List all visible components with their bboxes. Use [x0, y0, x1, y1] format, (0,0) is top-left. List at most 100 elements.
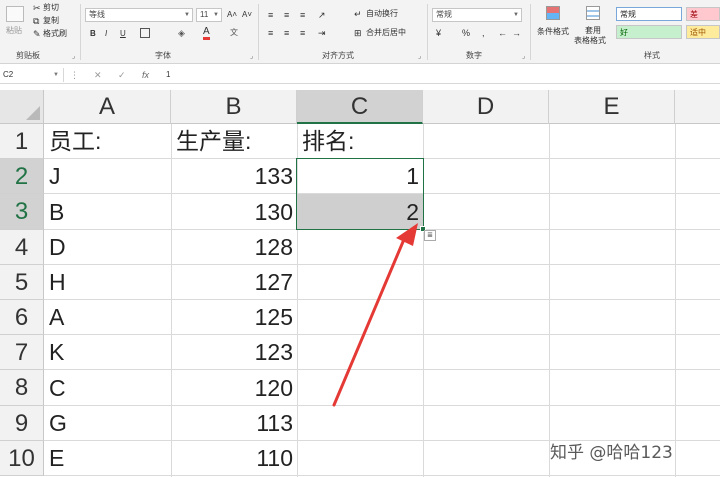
cell-c2[interactable]: 1	[297, 159, 423, 194]
font-group-label: 字体	[155, 51, 171, 60]
currency-icon[interactable]: ¥	[436, 28, 441, 38]
select-all-button[interactable]	[0, 90, 44, 124]
cell-c10[interactable]	[297, 441, 423, 476]
cell-b5[interactable]: 127	[171, 265, 297, 300]
enter-icon[interactable]: ✓	[118, 69, 126, 81]
style-good[interactable]: 好	[616, 25, 682, 39]
chevron-down-icon: ▼	[184, 12, 190, 18]
row-header-10[interactable]: 10	[0, 441, 44, 476]
copy-button[interactable]: 复制	[43, 16, 59, 26]
align-left-icon[interactable]: ≡	[268, 28, 273, 38]
cell-b2[interactable]: 133	[171, 159, 297, 194]
borders-icon[interactable]	[140, 28, 150, 38]
cancel-icon[interactable]: ✕	[94, 69, 102, 81]
italic-button[interactable]: I	[105, 29, 107, 39]
phonetic-icon[interactable]: 文	[230, 28, 238, 38]
cell-a1[interactable]: 员工:	[44, 124, 171, 159]
formula-input[interactable]: 1	[166, 68, 170, 82]
cell-b1[interactable]: 生产量:	[171, 124, 297, 159]
align-bottom-icon[interactable]: ≡	[300, 10, 305, 20]
row-header-1[interactable]: 1	[0, 124, 44, 159]
row-header-9[interactable]: 9	[0, 406, 44, 441]
cell-a5[interactable]: H	[44, 265, 171, 300]
format-painter-button[interactable]: 格式刷	[43, 29, 67, 39]
insert-function-button[interactable]: fx	[142, 69, 149, 81]
cell-b4[interactable]: 128	[171, 230, 297, 265]
font-name-select[interactable]: 等线 ▼	[85, 8, 193, 22]
spreadsheet-grid[interactable]: A B C D E 员工: 生产量: 排名: J 133 1 B 130 2 D 128 H 127 A 1…	[0, 90, 720, 477]
number-launcher-icon[interactable]: ⌟	[522, 52, 525, 60]
increase-decimal-icon[interactable]: ←	[498, 28, 507, 38]
cell-c7[interactable]	[297, 335, 423, 370]
font-size-select[interactable]: 11 ▼	[196, 8, 222, 22]
cell-a10[interactable]: E	[44, 441, 171, 476]
conditional-format-button[interactable]: 条件格式	[537, 27, 569, 37]
cell-a4[interactable]: D	[44, 230, 171, 265]
row-header-2[interactable]: 2	[0, 159, 44, 194]
decrease-decimal-icon[interactable]: →	[512, 28, 521, 38]
table-format-label-1[interactable]: 套用	[585, 26, 601, 36]
cell-b7[interactable]: 123	[171, 335, 297, 370]
align-center-icon[interactable]: ≡	[284, 28, 289, 38]
formula-bar: C2 ▼ ⋮ ✕ ✓ fx 1	[0, 66, 720, 84]
row-header-8[interactable]: 8	[0, 370, 44, 406]
cell-c6[interactable]	[297, 300, 423, 335]
grow-font-button[interactable]: A˄	[227, 10, 237, 20]
column-header-d[interactable]: D	[423, 90, 549, 124]
paste-button[interactable]: 粘贴	[6, 26, 22, 36]
cell-a2[interactable]: J	[44, 159, 171, 194]
column-header-e[interactable]: E	[549, 90, 675, 124]
autofill-options-icon[interactable]: ≣	[424, 230, 436, 241]
orientation-icon[interactable]: ↗	[318, 10, 326, 20]
cell-a8[interactable]: C	[44, 370, 171, 406]
align-right-icon[interactable]: ≡	[300, 28, 305, 38]
underline-button[interactable]: U	[120, 29, 126, 39]
bold-button[interactable]: B	[90, 29, 96, 39]
column-header-c[interactable]: C	[297, 90, 423, 124]
comma-icon[interactable]: ,	[482, 28, 485, 38]
cell-b6[interactable]: 125	[171, 300, 297, 335]
cell-c9[interactable]	[297, 406, 423, 441]
cell-c4[interactable]	[297, 230, 423, 265]
name-box[interactable]: C2 ▼	[0, 68, 64, 82]
paste-icon[interactable]	[6, 6, 24, 22]
row-header-4[interactable]: 4	[0, 230, 44, 265]
align-middle-icon[interactable]: ≡	[284, 10, 289, 20]
cell-a7[interactable]: K	[44, 335, 171, 370]
style-normal[interactable]: 常规	[616, 7, 682, 21]
shrink-font-button[interactable]: A˅	[242, 10, 252, 20]
cell-b8[interactable]: 120	[171, 370, 297, 406]
cell-b9[interactable]: 113	[171, 406, 297, 441]
row-header-5[interactable]: 5	[0, 265, 44, 300]
column-header-b[interactable]: B	[171, 90, 297, 124]
column-header-f[interactable]	[675, 90, 720, 124]
font-color-button[interactable]: A	[203, 27, 210, 40]
wrap-text-button[interactable]: 自动换行	[366, 9, 398, 19]
row-header-7[interactable]: 7	[0, 335, 44, 370]
table-format-label-2[interactable]: 表格格式	[574, 36, 606, 46]
cell-a9[interactable]: G	[44, 406, 171, 441]
clipboard-launcher-icon[interactable]: ⌟	[72, 52, 75, 60]
align-top-icon[interactable]: ≡	[268, 10, 273, 20]
cell-a6[interactable]: A	[44, 300, 171, 335]
cell-c8[interactable]	[297, 370, 423, 406]
style-neutral[interactable]: 适中	[686, 25, 720, 39]
cell-c5[interactable]	[297, 265, 423, 300]
fill-color-icon[interactable]: ◈	[178, 28, 185, 38]
number-format-select[interactable]: 常规 ▼	[432, 8, 522, 22]
cut-button[interactable]: 剪切	[43, 3, 59, 13]
cell-c3[interactable]: 2	[297, 194, 423, 230]
cell-c1[interactable]: 排名:	[297, 124, 423, 159]
column-header-a[interactable]: A	[44, 90, 171, 124]
font-launcher-icon[interactable]: ⌟	[250, 52, 253, 60]
cell-a3[interactable]: B	[44, 194, 171, 230]
merge-center-button[interactable]: 合并后居中	[366, 28, 406, 38]
cell-b10[interactable]: 110	[171, 441, 297, 476]
alignment-launcher-icon[interactable]: ⌟	[418, 52, 421, 60]
cell-b3[interactable]: 130	[171, 194, 297, 230]
row-header-3[interactable]: 3	[0, 194, 44, 230]
row-header-6[interactable]: 6	[0, 300, 44, 335]
indent-icon[interactable]: ⇥	[318, 28, 326, 38]
percent-icon[interactable]: %	[462, 28, 470, 38]
style-bad[interactable]: 差	[686, 7, 720, 21]
